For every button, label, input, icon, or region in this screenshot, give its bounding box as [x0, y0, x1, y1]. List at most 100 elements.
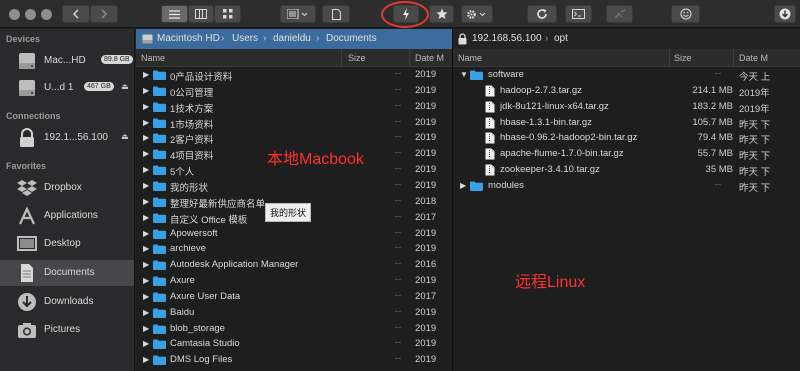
- sidebar-item-macintosh-hd[interactable]: Mac...HD 89.8 GB: [0, 48, 134, 74]
- sidebar-item-desktop[interactable]: Desktop: [0, 231, 134, 257]
- column-date[interactable]: Date M: [739, 53, 768, 63]
- folder-icon: [153, 70, 166, 80]
- favorites-button[interactable]: [429, 5, 454, 23]
- disclosure-triangle-icon[interactable]: ▶: [143, 355, 149, 364]
- get-info-button[interactable]: [322, 5, 350, 23]
- disclosure-triangle-icon[interactable]: ▶: [143, 324, 149, 333]
- disclosure-triangle-icon[interactable]: ▶: [460, 181, 466, 190]
- column-size[interactable]: Size: [674, 53, 692, 63]
- folder-icon: [470, 181, 483, 191]
- sidebar-item-applications[interactable]: Applications: [0, 203, 134, 229]
- folder-icon: [153, 149, 166, 160]
- list-item[interactable]: ▶ Baidu -- 2019: [136, 305, 452, 321]
- list-item[interactable]: hadoop-2.7.3.tar.gz 214.1 MB 2019年: [453, 83, 800, 99]
- remote-host[interactable]: 192.168.56.100: [472, 33, 542, 44]
- eject-icon[interactable]: ⏏: [121, 132, 129, 141]
- sidebar-item-usb-drive[interactable]: U...d 1 467 GB ⏏: [0, 75, 134, 101]
- list-item[interactable]: ▶ Axure User Data -- 2017: [136, 289, 452, 305]
- list-item[interactable]: zookeeper-3.4.10.tar.gz 35 MB 昨天 下: [453, 162, 800, 178]
- item-size: --: [395, 289, 402, 301]
- list-item[interactable]: jdk-8u121-linux-x64.tar.gz 183.2 MB 2019年: [453, 99, 800, 115]
- column-name[interactable]: Name: [458, 53, 482, 63]
- breadcrumb-item[interactable]: Documents: [326, 33, 377, 44]
- disclosure-triangle-icon[interactable]: ▶: [143, 260, 149, 269]
- list-item[interactable]: ▶ 0产品设计资料 -- 2019: [136, 67, 452, 83]
- remote-dir[interactable]: opt: [554, 33, 568, 44]
- disclosure-triangle-icon[interactable]: ▶: [143, 102, 149, 111]
- disclosure-triangle-icon[interactable]: ▼: [460, 70, 468, 79]
- list-item[interactable]: hbase-1.3.1-bin.tar.gz 105.7 MB 昨天 下: [453, 115, 800, 131]
- list-view-button[interactable]: [161, 5, 188, 23]
- eject-icon[interactable]: ⏏: [121, 82, 129, 91]
- disclosure-triangle-icon[interactable]: ▶: [143, 308, 149, 317]
- list-item[interactable]: ▼ software -- 今天 上: [453, 67, 800, 83]
- sidebar-item-connection[interactable]: 192.1...56.100 ⏏: [0, 125, 134, 151]
- disclosure-triangle-icon[interactable]: ▶: [143, 197, 149, 206]
- item-date: 昨天 下: [739, 151, 771, 163]
- disclosure-triangle-icon[interactable]: ▶: [143, 149, 149, 158]
- list-item[interactable]: ▶ blob_storage -- 2019: [136, 321, 452, 337]
- column-header: Name Size Date M: [136, 49, 452, 67]
- camera-icon: [18, 323, 36, 338]
- terminal-button[interactable]: [565, 5, 592, 23]
- list-item[interactable]: ▶ 0公司管理 -- 2019: [136, 83, 452, 99]
- item-size: 55.7 MB: [697, 148, 733, 160]
- list-item[interactable]: ▶ 1市场资料 -- 2019: [136, 115, 452, 131]
- disclosure-triangle-icon[interactable]: ▶: [143, 165, 149, 174]
- list-item[interactable]: ▶ 2客户资料 -- 2019: [136, 130, 452, 146]
- breadcrumb-item[interactable]: danieldu: [273, 33, 311, 44]
- list-item[interactable]: ▶ Camtasia Studio -- 2019: [136, 336, 452, 352]
- disclosure-triangle-icon[interactable]: ▶: [143, 292, 149, 301]
- column-divider[interactable]: [733, 49, 734, 67]
- list-item[interactable]: apache-flume-1.7.0-bin.tar.gz 55.7 MB 昨天 下: [453, 146, 800, 162]
- refresh-button[interactable]: [527, 5, 557, 23]
- breadcrumb-item[interactable]: Macintosh HD: [157, 33, 220, 44]
- disclosure-triangle-icon[interactable]: ▶: [143, 86, 149, 95]
- disclosure-triangle-icon[interactable]: ▶: [143, 229, 149, 238]
- sidebar-item-dropbox[interactable]: Dropbox: [0, 175, 134, 201]
- column-view-button[interactable]: [188, 5, 214, 23]
- column-divider[interactable]: [409, 49, 410, 67]
- disclosure-triangle-icon[interactable]: ▶: [143, 181, 149, 190]
- download-button[interactable]: [774, 5, 796, 23]
- sidebar-item-downloads[interactable]: Downloads: [0, 289, 134, 315]
- disclosure-triangle-icon[interactable]: ▶: [143, 213, 149, 222]
- column-divider[interactable]: [669, 49, 670, 67]
- disclosure-triangle-icon[interactable]: ▶: [143, 339, 149, 348]
- column-size[interactable]: Size: [348, 53, 366, 63]
- item-size: --: [395, 226, 402, 238]
- list-item[interactable]: ▶ 我的形状 -- 2019: [136, 178, 452, 194]
- close-window-button[interactable]: [9, 9, 20, 20]
- disclosure-triangle-icon[interactable]: ▶: [143, 118, 149, 127]
- icon-view-button[interactable]: [214, 5, 241, 23]
- arrange-menu-button[interactable]: [280, 5, 316, 23]
- list-item[interactable]: ▶ Apowersoft -- 2019: [136, 226, 452, 242]
- list-item[interactable]: ▶ archieve -- 2019: [136, 241, 452, 257]
- column-divider[interactable]: [341, 49, 342, 67]
- disclosure-triangle-icon[interactable]: ▶: [143, 70, 149, 79]
- disclosure-triangle-icon[interactable]: ▶: [143, 276, 149, 285]
- forward-button[interactable]: [90, 5, 118, 23]
- sidebar-item-documents[interactable]: Documents: [0, 260, 134, 286]
- list-item[interactable]: ▶ modules -- 昨天 下: [453, 178, 800, 194]
- disconnect-button[interactable]: [606, 5, 633, 23]
- column-date[interactable]: Date M: [415, 53, 444, 63]
- action-menu-button[interactable]: [461, 5, 493, 23]
- back-button[interactable]: [62, 5, 90, 23]
- disclosure-triangle-icon[interactable]: ▶: [143, 244, 149, 253]
- zoom-window-button[interactable]: [41, 9, 52, 20]
- list-item[interactable]: ▶ DMS Log Files -- 2019: [136, 352, 452, 368]
- list-item[interactable]: ▶ Autodesk Application Manager -- 2016: [136, 257, 452, 273]
- item-name: 自定义 Office 模板: [170, 214, 248, 226]
- disclosure-triangle-icon[interactable]: ▶: [143, 133, 149, 142]
- minimize-window-button[interactable]: [25, 9, 36, 20]
- lock-icon: [458, 33, 467, 45]
- list-item[interactable]: ▶ 1技术方案 -- 2019: [136, 99, 452, 115]
- emoji-button[interactable]: [671, 5, 700, 23]
- item-date: 2019: [415, 322, 437, 334]
- sidebar-item-pictures[interactable]: Pictures: [0, 317, 134, 343]
- breadcrumb-item[interactable]: Users: [232, 33, 258, 44]
- list-item[interactable]: hbase-0.96.2-hadoop2-bin.tar.gz 79.4 MB 昨天…: [453, 130, 800, 146]
- list-item[interactable]: ▶ Axure -- 2019: [136, 273, 452, 289]
- column-name[interactable]: Name: [141, 53, 165, 63]
